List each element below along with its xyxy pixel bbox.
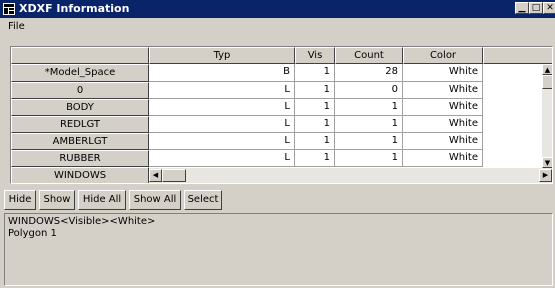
cell-vis[interactable]: 1 <box>295 64 335 82</box>
cell-typ[interactable]: L <box>149 133 295 150</box>
cell-vis[interactable]: 1 <box>295 116 335 133</box>
cell-typ[interactable]: L <box>149 82 295 99</box>
horizontal-scrollbar[interactable]: ◀ ▶ <box>149 168 552 183</box>
cell-typ[interactable]: L <box>149 150 295 167</box>
arrow-down-icon: ▼ <box>544 159 551 167</box>
cell-count[interactable]: 1 <box>335 133 403 150</box>
column-header-typ[interactable]: Typ <box>149 47 295 64</box>
cell-typ[interactable]: B <box>149 64 295 82</box>
hide-button[interactable]: Hide <box>4 190 36 210</box>
maximize-icon: □ <box>531 3 541 13</box>
cell-typ[interactable]: L <box>149 99 295 116</box>
corner-header <box>11 47 149 64</box>
column-header-color[interactable]: Color <box>403 47 483 64</box>
cell-color[interactable]: White <box>403 133 483 150</box>
app-icon <box>3 3 15 15</box>
column-header-count[interactable]: Count <box>335 47 403 64</box>
output-line: Polygon 1 <box>8 228 57 239</box>
cell-color[interactable]: White <box>403 150 483 167</box>
row-header[interactable]: AMBERLGT <box>11 133 149 150</box>
cell-count[interactable]: 0 <box>335 82 403 99</box>
row-header[interactable]: 0 <box>11 82 149 99</box>
vertical-scrollbar[interactable]: ▲ ▼ <box>542 64 552 168</box>
cell-count[interactable]: 28 <box>335 64 403 82</box>
menu-file[interactable]: File <box>8 21 25 33</box>
cell-count[interactable]: 1 <box>335 99 403 116</box>
row-header[interactable]: BODY <box>11 99 149 116</box>
maximize-button[interactable]: □ <box>529 2 543 14</box>
row-header[interactable]: *Model_Space <box>11 64 149 82</box>
row-header[interactable]: WINDOWS <box>11 167 149 183</box>
hide-all-button[interactable]: Hide All <box>78 190 126 210</box>
cell-vis[interactable]: 1 <box>295 99 335 116</box>
window-title: XDXF Information <box>19 2 130 15</box>
cell-vis[interactable]: 1 <box>295 82 335 99</box>
scroll-up-button[interactable]: ▲ <box>542 64 552 75</box>
row-header[interactable]: RUBBER <box>11 150 149 167</box>
cell-color[interactable]: White <box>403 64 483 82</box>
arrow-right-icon: ▶ <box>542 171 549 179</box>
cell-vis[interactable]: 1 <box>295 133 335 150</box>
cell-count[interactable]: 1 <box>335 150 403 167</box>
title-bar[interactable]: XDXF Information ▁ □ ✕ <box>0 0 555 18</box>
cell-vis[interactable]: 1 <box>295 150 335 167</box>
minimize-icon: ▁ <box>518 3 526 13</box>
arrow-left-icon: ◀ <box>152 171 159 179</box>
cell-color[interactable]: White <box>403 82 483 99</box>
arrow-up-icon: ▲ <box>544 66 551 74</box>
output-line: WINDOWS<Visible><White> <box>8 216 156 227</box>
close-icon: ✕ <box>546 3 554 13</box>
info-output[interactable]: WINDOWS<Visible><White> Polygon 1 <box>4 213 553 286</box>
select-button[interactable]: Select <box>184 190 222 210</box>
column-header-extra[interactable] <box>483 47 552 64</box>
xdxf-window: XDXF Information ▁ □ ✕ File Typ Vis Coun… <box>0 0 555 288</box>
scroll-right-button[interactable]: ▶ <box>539 169 552 182</box>
scroll-down-button[interactable]: ▼ <box>542 157 552 168</box>
cell-typ[interactable]: L <box>149 116 295 133</box>
menu-bar: File <box>0 18 555 36</box>
show-all-button[interactable]: Show All <box>129 190 181 210</box>
close-button[interactable]: ✕ <box>543 2 555 14</box>
row-header[interactable]: REDLGT <box>11 116 149 133</box>
show-button[interactable]: Show <box>39 190 75 210</box>
minimize-button[interactable]: ▁ <box>515 2 529 14</box>
horizontal-scroll-thumb[interactable] <box>162 169 186 182</box>
layer-table: Typ Vis Count Color *Model_Space B 1 28 … <box>10 46 553 184</box>
scroll-left-button[interactable]: ◀ <box>149 169 162 182</box>
column-header-vis[interactable]: Vis <box>295 47 335 64</box>
cell-count[interactable]: 1 <box>335 116 403 133</box>
vertical-scroll-thumb[interactable] <box>542 75 552 89</box>
cell-color[interactable]: White <box>403 99 483 116</box>
cell-color[interactable]: White <box>403 116 483 133</box>
